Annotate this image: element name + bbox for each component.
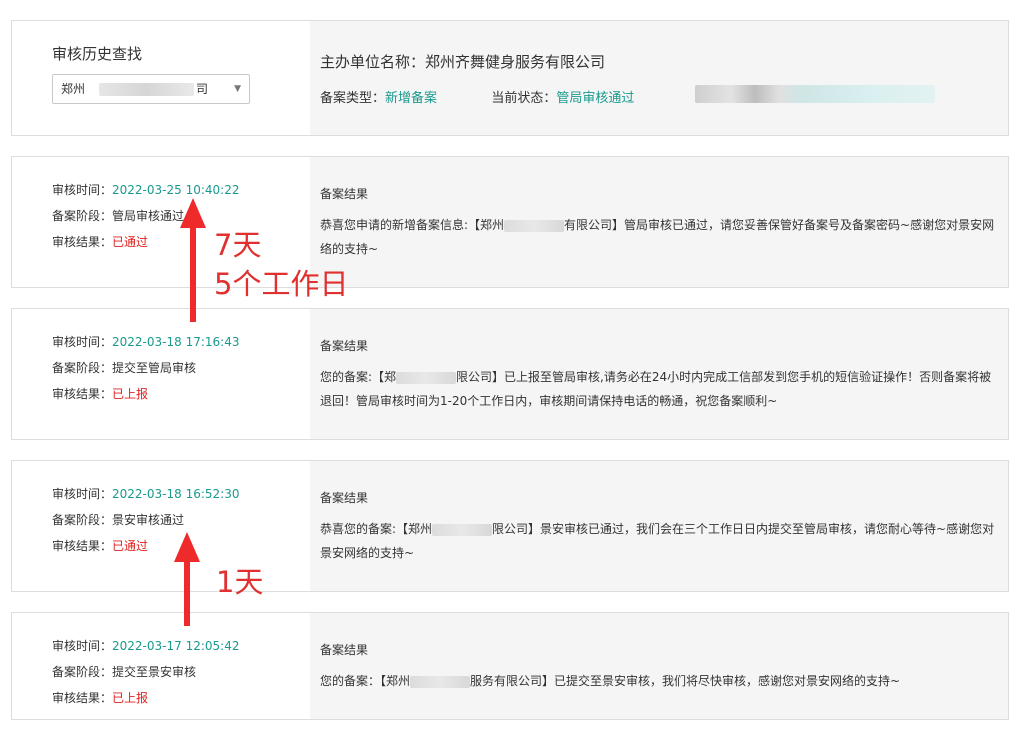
- filing-type-value: 新增备案: [385, 91, 438, 106]
- current-status-label: 当前状态：: [491, 91, 557, 106]
- review-time-label: 审核时间：: [52, 183, 113, 197]
- result-message: 恭喜您的备案:【郑州 限公司】景安审核已通过，我们会在三个工作日日内提交至管局审核…: [320, 517, 1002, 565]
- result-title: 备案结果: [320, 491, 369, 505]
- result-title: 备案结果: [320, 187, 369, 201]
- result-message: 恭喜您申请的新增备案信息:【郑州 有限公司】管局审核已通过，请您妥善保管好备案号及…: [320, 213, 1002, 261]
- company-select[interactable]: 郑州 司 ▼: [52, 74, 250, 104]
- review-result: 已通过: [112, 235, 149, 249]
- review-result-label: 审核结果：: [52, 539, 113, 553]
- filing-stage: 提交至景安审核: [112, 665, 197, 679]
- company-select-value: 郑州: [61, 82, 86, 96]
- review-result-label: 审核结果：: [52, 691, 113, 705]
- chevron-down-icon: ▼: [234, 84, 241, 94]
- message-part: 恭喜您的备案:【郑州: [320, 522, 433, 536]
- filing-stage: 景安审核通过: [112, 513, 185, 527]
- redacted-text: [99, 83, 194, 96]
- message-part: 您的备案:【郑: [320, 370, 397, 384]
- review-time: 2022-03-25 10:40:22: [112, 183, 240, 197]
- filing-stage-label: 备案阶段：: [52, 361, 113, 375]
- review-time-label: 审核时间：: [52, 639, 113, 653]
- filing-stage-label: 备案阶段：: [52, 665, 113, 679]
- review-time: 2022-03-18 16:52:30: [112, 487, 240, 501]
- result-message: 您的备案：【郑州 服务有限公司】已提交至景安审核，我们将尽快审核，感谢您对景安网络…: [320, 669, 1002, 693]
- up-arrow-icon: [174, 532, 200, 626]
- filing-type-label: 备案类型：: [320, 91, 386, 106]
- redacted-text: [432, 523, 493, 536]
- org-name: 主办单位名称：郑州齐舞健身服务有限公司: [320, 53, 606, 71]
- review-record: 审核时间：2022-03-25 10:40:22 备案阶段：管局审核通过 审核结…: [11, 156, 1009, 288]
- filing-summary-panel: 审核历史查找 郑州 司 ▼ 主办单位名称：郑州齐舞健身服务有限公司 备案类型：新…: [11, 20, 1009, 136]
- review-result-label: 审核结果：: [52, 235, 113, 249]
- record-result: 备案结果 您的备案:【郑 限公司】已上报至管局审核,请务必在24小时内完成工信部发…: [310, 309, 1008, 439]
- filing-stage: 管局审核通过: [112, 209, 185, 223]
- record-info: 审核时间：2022-03-25 10:40:22 备案阶段：管局审核通过 审核结…: [52, 177, 239, 255]
- result-title: 备案结果: [320, 339, 369, 353]
- annotation-days: 1天: [216, 565, 264, 599]
- record-info: 审核时间：2022-03-18 16:52:30 备案阶段：景安审核通过 审核结…: [52, 481, 239, 559]
- redacted-text: [410, 675, 471, 688]
- company-select-value-tail: 司: [196, 82, 209, 96]
- result-title: 备案结果: [320, 643, 369, 657]
- filing-stage: 提交至管局审核: [112, 361, 197, 375]
- annotation-workdays: 5个工作日: [214, 267, 349, 301]
- review-time: 2022-03-18 17:16:43: [112, 335, 240, 349]
- filing-meta: 备案类型：新增备案 当前状态：管局审核通过: [320, 87, 634, 106]
- filing-stage-label: 备案阶段：: [52, 513, 113, 527]
- review-result: 已上报: [112, 691, 149, 705]
- review-time: 2022-03-17 12:05:42: [112, 639, 240, 653]
- record-info: 审核时间：2022-03-18 17:16:43 备案阶段：提交至管局审核 审核…: [52, 329, 239, 407]
- review-result: 已通过: [112, 539, 149, 553]
- up-arrow-icon: [180, 198, 206, 322]
- review-record: 审核时间：2022-03-17 12:05:42 备案阶段：提交至景安审核 审核…: [11, 612, 1009, 720]
- message-part: 服务有限公司】已提交至景安审核，我们将尽快审核，感谢您对景安网络的支持~: [470, 674, 901, 688]
- record-info: 审核时间：2022-03-17 12:05:42 备案阶段：提交至景安审核 审核…: [52, 633, 239, 711]
- redacted-text: [396, 371, 457, 384]
- review-time-label: 审核时间：: [52, 487, 113, 501]
- record-result: 备案结果 恭喜您的备案:【郑州 限公司】景安审核已通过，我们会在三个工作日日内提交…: [310, 461, 1008, 591]
- org-info: 主办单位名称：郑州齐舞健身服务有限公司 备案类型：新增备案 当前状态：管局审核通…: [310, 21, 1008, 135]
- result-message: 您的备案:【郑 限公司】已上报至管局审核,请务必在24小时内完成工信部发到您手机的…: [320, 365, 1002, 413]
- redacted-text: [695, 85, 935, 103]
- current-status-value: 管局审核通过: [556, 91, 635, 106]
- filing-stage-label: 备案阶段：: [52, 209, 113, 223]
- review-result-label: 审核结果：: [52, 387, 113, 401]
- annotation-days: 7天: [214, 228, 262, 262]
- history-search-label: 审核历史查找: [52, 45, 143, 63]
- redacted-text: [504, 219, 565, 232]
- message-part: 您的备案：【郑州: [320, 674, 411, 688]
- review-record: 审核时间：2022-03-18 16:52:30 备案阶段：景安审核通过 审核结…: [11, 460, 1009, 592]
- record-result: 备案结果 您的备案：【郑州 服务有限公司】已提交至景安审核，我们将尽快审核，感谢您…: [310, 613, 1008, 719]
- message-part: 恭喜您申请的新增备案信息:【郑州: [320, 218, 505, 232]
- record-result: 备案结果 恭喜您申请的新增备案信息:【郑州 有限公司】管局审核已通过，请您妥善保管…: [310, 157, 1008, 287]
- review-result: 已上报: [112, 387, 149, 401]
- review-time-label: 审核时间：: [52, 335, 113, 349]
- review-record: 审核时间：2022-03-18 17:16:43 备案阶段：提交至管局审核 审核…: [11, 308, 1009, 440]
